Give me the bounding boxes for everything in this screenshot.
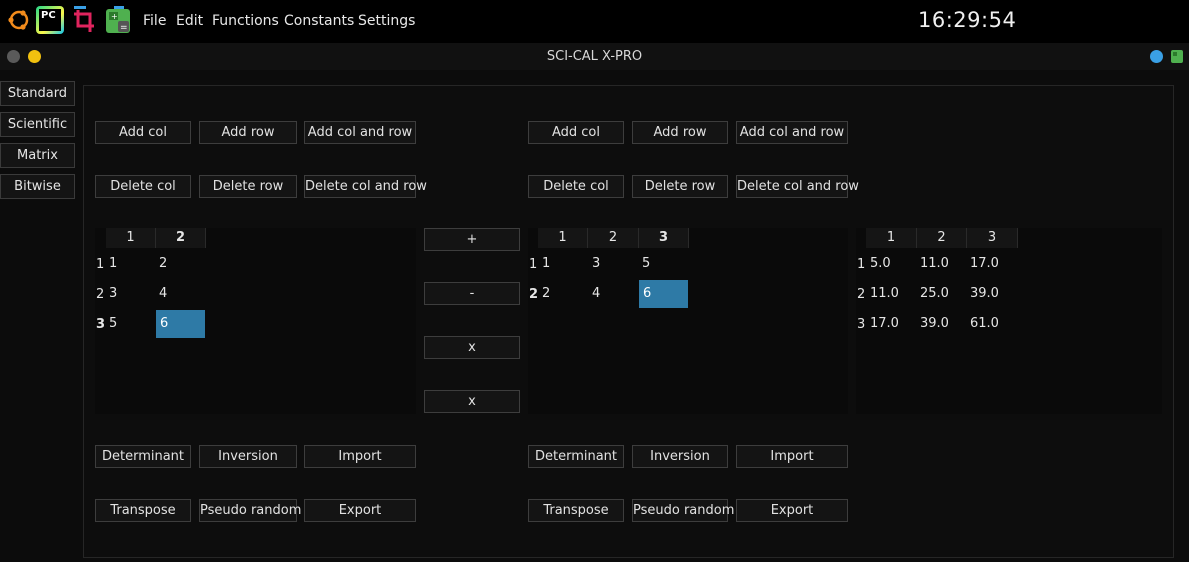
left-determinant-button[interactable]: Determinant <box>95 445 191 468</box>
left-import-button[interactable]: Import <box>304 445 416 468</box>
mode-matrix-button[interactable]: Matrix <box>0 143 75 168</box>
result-matrix-cell[interactable]: 5.0 <box>866 250 916 278</box>
right-matrix-cell[interactable]: 2 <box>538 280 588 308</box>
left-inversion-button[interactable]: Inversion <box>199 445 297 468</box>
right-matrix-cell[interactable]: 5 <box>638 250 688 278</box>
mode-bitwise-button[interactable]: Bitwise <box>0 174 75 199</box>
right-col-header[interactable]: 3 <box>639 228 689 248</box>
left-matrix-cell-selected[interactable]: 6 <box>156 310 205 338</box>
result-matrix-cell[interactable]: 17.0 <box>966 250 1016 278</box>
subtract-matrices-button[interactable]: - <box>424 282 520 305</box>
clock: 16:29:54 <box>918 8 1017 32</box>
pycharm-label: PC <box>39 9 61 31</box>
right-matrix-cell-selected[interactable]: 6 <box>639 280 688 308</box>
result-col-header[interactable]: 2 <box>917 228 967 248</box>
left-col-header[interactable]: 2 <box>156 228 206 248</box>
result-col-header[interactable]: 1 <box>866 228 917 248</box>
left-matrix-cell[interactable]: 5 <box>105 310 155 338</box>
tray-status-icon[interactable] <box>1150 50 1163 63</box>
result-matrix-cell[interactable]: 17.0 <box>866 310 916 338</box>
ubuntu-logo-icon[interactable] <box>5 6 33 34</box>
left-matrix-cell[interactable]: 2 <box>155 250 205 278</box>
right-inversion-button[interactable]: Inversion <box>632 445 728 468</box>
left-add-col-and-row-button[interactable]: Add col and row <box>304 121 416 144</box>
right-delete-col-and-row-button[interactable]: Delete col and row <box>736 175 859 198</box>
calculator-app-icon[interactable]: + = <box>104 6 132 34</box>
left-add-row-button[interactable]: Add row <box>199 121 297 144</box>
right-delete-row-button[interactable]: Delete row <box>632 175 728 198</box>
right-matrix-cell[interactable]: 3 <box>588 250 638 278</box>
left-export-button[interactable]: Export <box>304 499 416 522</box>
svg-text:=: = <box>120 23 128 33</box>
left-matrix-cell[interactable]: 3 <box>105 280 155 308</box>
right-matrix-cell[interactable]: 1 <box>538 250 588 278</box>
right-pseudo-random-button[interactable]: Pseudo random <box>632 499 734 522</box>
menu-settings[interactable]: Settings <box>358 13 415 29</box>
window-titlebar: SCI-CAL X-PRO <box>0 43 1189 70</box>
right-col-header[interactable]: 2 <box>588 228 639 248</box>
result-matrix-cell[interactable]: 39.0 <box>966 280 1016 308</box>
pycharm-icon[interactable]: PC <box>36 6 64 34</box>
right-delete-col-button[interactable]: Delete col <box>528 175 624 198</box>
result-matrix-cell[interactable]: 11.0 <box>866 280 916 308</box>
top-system-bar: PC + = File Edit Functions Constants Set… <box>0 0 1189 43</box>
multiply-matrices-alt-button[interactable]: x <box>424 390 520 413</box>
mode-scientific-button[interactable]: Scientific <box>0 112 75 137</box>
result-matrix-table[interactable]: 1 2 3 1 2 3 5.0 11.0 17.0 11.0 25.0 39.0… <box>856 228 1162 414</box>
left-delete-row-button[interactable]: Delete row <box>199 175 297 198</box>
right-add-row-button[interactable]: Add row <box>632 121 728 144</box>
left-matrix-cell[interactable]: 1 <box>105 250 155 278</box>
left-delete-col-button[interactable]: Delete col <box>95 175 191 198</box>
left-pseudo-random-button[interactable]: Pseudo random <box>199 499 301 522</box>
left-col-header[interactable]: 1 <box>106 228 156 248</box>
mode-standard-button[interactable]: Standard <box>0 81 75 106</box>
left-matrix-cell[interactable]: 4 <box>155 280 205 308</box>
right-add-col-and-row-button[interactable]: Add col and row <box>736 121 848 144</box>
app-body: Standard Scientific Matrix Bitwise Add c… <box>0 70 1189 562</box>
right-add-col-button[interactable]: Add col <box>528 121 624 144</box>
right-matrix-cell[interactable]: 4 <box>588 280 638 308</box>
menu-edit[interactable]: Edit <box>176 13 203 29</box>
left-delete-col-and-row-button[interactable]: Delete col and row <box>304 175 427 198</box>
result-matrix-cell[interactable]: 39.0 <box>916 310 966 338</box>
matrix-panel: Add col Add row Add col and row Delete c… <box>83 85 1174 558</box>
left-matrix-table[interactable]: 1 2 1 2 3 1 2 3 4 5 6 <box>95 228 416 414</box>
menu-functions[interactable]: Functions <box>212 13 279 29</box>
result-matrix-cell[interactable]: 25.0 <box>916 280 966 308</box>
crop-tool-icon[interactable] <box>70 6 98 34</box>
tray-app-icon[interactable] <box>1171 50 1183 63</box>
left-add-col-button[interactable]: Add col <box>95 121 191 144</box>
result-matrix-cell[interactable]: 61.0 <box>966 310 1016 338</box>
right-col-header[interactable]: 1 <box>538 228 588 248</box>
menu-constants[interactable]: Constants <box>284 13 354 29</box>
result-matrix-cell[interactable]: 11.0 <box>916 250 966 278</box>
menu-file[interactable]: File <box>143 13 166 29</box>
right-export-button[interactable]: Export <box>736 499 848 522</box>
right-transpose-button[interactable]: Transpose <box>528 499 624 522</box>
svg-text:+: + <box>111 12 118 21</box>
multiply-matrices-button[interactable]: x <box>424 336 520 359</box>
add-matrices-button[interactable]: + <box>424 228 520 251</box>
right-import-button[interactable]: Import <box>736 445 848 468</box>
right-determinant-button[interactable]: Determinant <box>528 445 624 468</box>
result-col-header[interactable]: 3 <box>967 228 1018 248</box>
window-title: SCI-CAL X-PRO <box>546 49 643 64</box>
right-matrix-table[interactable]: 1 2 3 1 2 1 3 5 2 4 6 <box>528 228 848 414</box>
left-transpose-button[interactable]: Transpose <box>95 499 191 522</box>
